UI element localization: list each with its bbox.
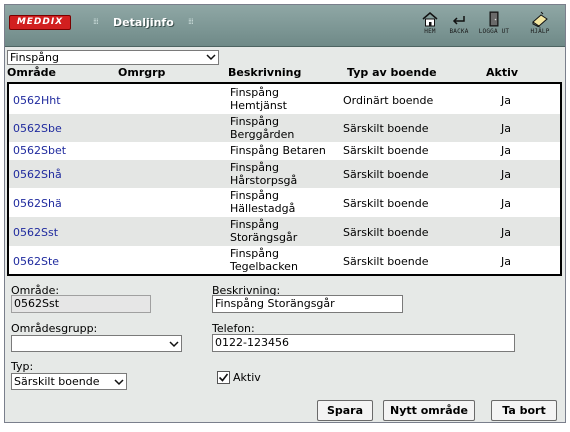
row-description-line: Hällestadgå	[230, 202, 296, 215]
row-description-line: Finspång	[230, 86, 279, 99]
area-filter-value: Finspång	[10, 51, 59, 64]
area-table: 0562Hht Finspång Hemtjänst Ordinärt boend…	[7, 82, 562, 276]
row-description: Finspång Storängsgår	[230, 218, 297, 244]
chevron-down-icon	[169, 341, 179, 348]
row-active: Ja	[501, 94, 511, 107]
col-omrade[interactable]: Område	[7, 66, 56, 79]
row-description: Finspång Berggården	[230, 115, 294, 141]
chevron-down-icon	[114, 379, 124, 386]
row-code-link[interactable]: 0562Sbet	[13, 144, 66, 157]
row-type: Ordinärt boende	[343, 94, 434, 107]
row-description: Finspång Betaren	[230, 144, 326, 157]
aktiv-checkbox[interactable]	[217, 371, 230, 384]
row-code-link[interactable]: 0562Ste	[13, 255, 59, 268]
delete-button[interactable]: Ta bort	[491, 400, 557, 421]
omradesgrupp-label: Områdesgrupp:	[11, 322, 98, 335]
col-aktiv[interactable]: Aktiv	[486, 66, 518, 79]
beskrivning-field[interactable]: Finspång Storängsgår	[212, 295, 403, 313]
row-active: Ja	[501, 122, 511, 135]
row-description-line: Hårstorpsgå	[230, 174, 298, 187]
row-type: Särskilt boende	[343, 226, 429, 239]
nav-help-label: HJÄLP	[530, 28, 550, 35]
typ-label: Typ:	[11, 360, 34, 373]
row-type: Särskilt boende	[343, 255, 429, 268]
col-beskrivning[interactable]: Beskrivning	[228, 66, 301, 79]
row-code-link[interactable]: 0562Shå	[13, 168, 62, 181]
omrade-field[interactable]: 0562Sst	[11, 295, 151, 313]
help-book-icon	[532, 11, 548, 27]
typ-value: Särskilt boende	[14, 375, 100, 388]
table-row[interactable]: 0562Shå Finspång Hårstorpsgå Särskilt boe…	[9, 160, 560, 188]
logout-door-icon	[489, 11, 499, 27]
table-row[interactable]: 0562Sbe Finspång Berggården Särskilt boen…	[9, 114, 560, 142]
row-type: Särskilt boende	[343, 144, 429, 157]
nav-back-button[interactable]: BACKA	[439, 11, 479, 45]
row-description-line: Finspång	[230, 161, 279, 174]
header-bar: MEDDIX ⁞⁞⁞ Detaljinfo ⁞⁞⁞ HEM BACKA LOGG…	[5, 5, 565, 47]
row-active: Ja	[501, 168, 511, 181]
telefon-field[interactable]: 0122-123456	[212, 334, 515, 352]
row-description-line: Storängsgår	[230, 231, 298, 244]
save-button[interactable]: Spara	[317, 400, 373, 421]
row-description-line: Finspång	[230, 115, 279, 128]
detail-window: MEDDIX ⁞⁞⁞ Detaljinfo ⁞⁞⁞ HEM BACKA LOGG…	[4, 4, 566, 423]
chevron-down-icon	[206, 54, 216, 61]
row-code-link[interactable]: 0562Sst	[13, 226, 58, 239]
nav-back-label: BACKA	[449, 28, 469, 35]
row-code-link[interactable]: 0562Hht	[13, 94, 61, 107]
table-row[interactable]: 0562Shä Finspång Hällestadgå Särskilt boe…	[9, 188, 560, 217]
row-description: Finspång Hemtjänst	[230, 86, 287, 112]
row-code-link[interactable]: 0562Shä	[13, 197, 62, 210]
home-icon	[422, 12, 438, 27]
col-typ[interactable]: Typ av boende	[347, 66, 437, 79]
row-active: Ja	[501, 226, 511, 239]
col-omrgrp[interactable]: Omrgrp	[118, 66, 165, 79]
table-row[interactable]: 0562Ste Finspång Tegelbacken Särskilt boe…	[9, 246, 560, 274]
row-type: Särskilt boende	[343, 122, 429, 135]
table-row[interactable]: 0562Sbet Finspång Betaren Särskilt boend…	[9, 142, 560, 160]
row-description: Finspång Hällestadgå	[230, 189, 295, 215]
nav-help-button[interactable]: HJÄLP	[520, 11, 560, 45]
row-description-line: Finspång	[230, 189, 279, 202]
row-description-line: Finspång	[230, 247, 279, 260]
new-area-button[interactable]: Nytt område	[383, 400, 475, 421]
aktiv-label: Aktiv	[233, 371, 261, 384]
omradesgrupp-select[interactable]	[11, 335, 182, 352]
row-description: Finspång Hårstorpsgå	[230, 161, 297, 187]
row-code-link[interactable]: 0562Sbe	[13, 122, 62, 135]
row-active: Ja	[501, 255, 511, 268]
nav-logout-label: LOGGA UT	[478, 28, 510, 35]
row-active: Ja	[501, 197, 511, 210]
row-type: Särskilt boende	[343, 168, 429, 181]
table-row[interactable]: 0562Hht Finspång Hemtjänst Ordinärt boend…	[9, 84, 560, 114]
checkmark-icon	[218, 373, 229, 382]
typ-select[interactable]: Särskilt boende	[11, 373, 127, 390]
row-type: Särskilt boende	[343, 197, 429, 210]
page-title: Detaljinfo	[113, 16, 174, 29]
back-arrow-icon	[452, 16, 465, 25]
area-filter-select[interactable]: Finspång	[7, 50, 219, 65]
meddix-logo: MEDDIX	[9, 15, 71, 30]
row-active: Ja	[501, 144, 511, 157]
table-header: Område Omrgrp Beskrivning Typ av boende …	[5, 66, 565, 80]
grip-dots-icon: ⁞⁞⁞	[188, 17, 194, 26]
row-description-line: Tegelbacken	[230, 260, 298, 273]
row-description: Finspång Tegelbacken	[230, 247, 298, 273]
table-row[interactable]: 0562Sst Finspång Storängsgår Särskilt boe…	[9, 217, 560, 246]
row-description-line: Hemtjänst	[230, 99, 287, 112]
row-description-line: Finspång	[230, 218, 279, 231]
nav-logout-button[interactable]: LOGGA UT	[474, 11, 514, 45]
grip-dots-icon: ⁞⁞⁞	[93, 17, 99, 26]
row-description-line: Berggården	[230, 128, 295, 141]
